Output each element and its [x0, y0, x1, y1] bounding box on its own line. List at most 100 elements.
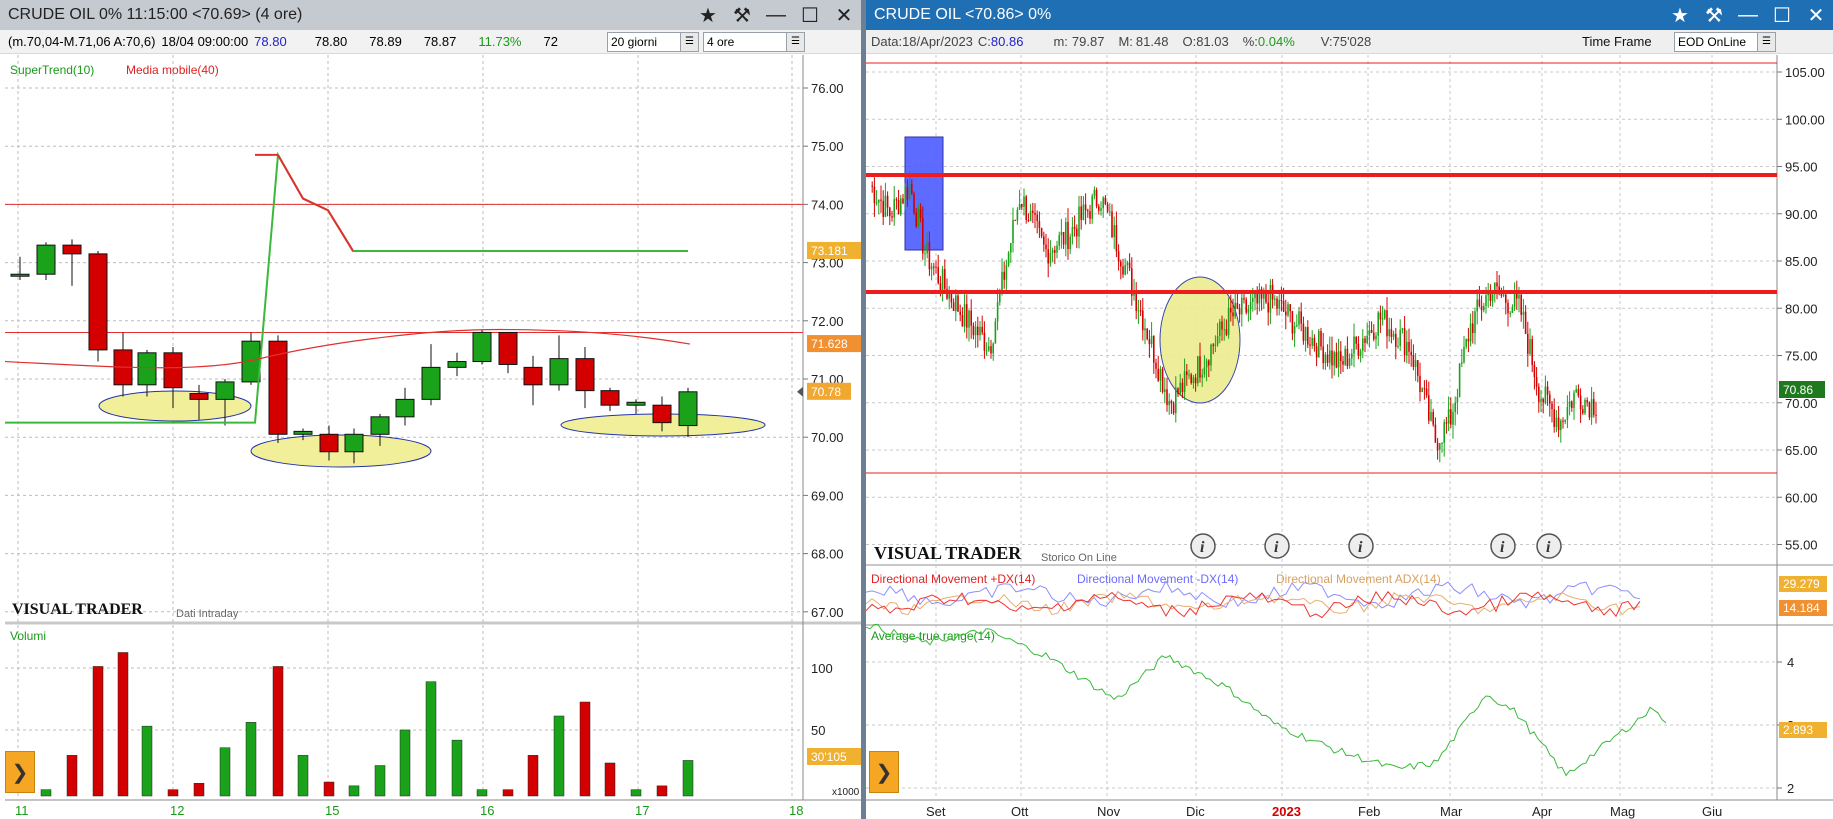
legend-minus-dx: Directional Movement -DX(14) [1077, 572, 1238, 586]
candle-body [880, 199, 882, 201]
candle-body [1188, 374, 1190, 376]
candle-body [1392, 333, 1395, 337]
candle-body [1333, 352, 1335, 366]
candle-body [1590, 399, 1593, 418]
volume-badge: 30'105 [811, 750, 847, 764]
candle-body [1465, 338, 1467, 347]
candle-body [1223, 329, 1225, 331]
candle-body [88, 253, 108, 351]
candle-body [137, 352, 157, 386]
candle-body [893, 199, 895, 218]
candle-body [1412, 355, 1415, 368]
candle-body [988, 346, 990, 351]
candle-body [1368, 329, 1371, 336]
candle-body [1500, 294, 1503, 296]
x-tick-label: Feb [1358, 804, 1380, 819]
candle-body [1192, 377, 1195, 384]
scroll-nav-button[interactable]: ❯ [5, 751, 35, 793]
volume-label: Volumi [10, 629, 46, 643]
candle-body [900, 198, 902, 215]
candle-body [1377, 312, 1379, 336]
candle-body [1135, 291, 1137, 312]
candle-body [1051, 250, 1054, 253]
candle-body [1366, 335, 1368, 343]
volume-bar [348, 785, 360, 797]
candle-body [1421, 388, 1423, 393]
candle-body [983, 332, 986, 351]
candle-body [1507, 302, 1509, 314]
candle-body [1175, 387, 1177, 414]
candle-body [1109, 211, 1111, 213]
candle-body [994, 321, 997, 344]
price-tick-label: 75.00 [811, 139, 844, 154]
eod-chart-canvas[interactable]: 105.00 100.00 95.00 90.00 85.00 80.00 75.00 70.… [866, 0, 1833, 819]
candle-body [1212, 344, 1214, 346]
candle-body [549, 358, 569, 386]
candle-body [1329, 350, 1331, 363]
candle-body [884, 195, 887, 217]
candle-body [1054, 250, 1056, 253]
candle-body [1150, 336, 1153, 345]
last-price-badge: 70.86 [1783, 383, 1813, 397]
candle-body [1430, 411, 1432, 421]
volume-bar [451, 739, 463, 797]
volume-multiplier: x1000 [832, 787, 860, 798]
candle-body [1586, 399, 1588, 403]
candle-body [1071, 227, 1074, 237]
candle-body [652, 404, 672, 424]
candle-body [1384, 310, 1386, 319]
candle-body [447, 361, 467, 368]
volume-bar [40, 789, 52, 797]
candle-body [1010, 243, 1012, 253]
candle-body [1588, 402, 1591, 418]
price-tick-label: 74.00 [811, 197, 844, 212]
volume-bar [630, 789, 642, 797]
candle-body [1485, 295, 1487, 307]
candle-body [1331, 350, 1333, 366]
candle-body [1461, 362, 1463, 364]
candle-body [1007, 252, 1010, 266]
candle-body [1274, 298, 1276, 300]
candle-body [1291, 311, 1294, 334]
candle-body [1089, 211, 1091, 219]
candle-body [1282, 301, 1285, 312]
volume-bar [656, 785, 668, 797]
candle-body [1243, 298, 1245, 300]
candle-body [889, 207, 891, 217]
candle-body [904, 187, 906, 204]
candle-body [575, 358, 595, 392]
volume-bar [272, 666, 284, 797]
candle-body [1073, 227, 1076, 229]
candle-body [1029, 210, 1032, 221]
candle-body [1467, 338, 1470, 342]
x-tick-label: 15 [325, 803, 339, 818]
price-tick-label: 75.00 [1785, 349, 1818, 364]
volume-bar [553, 715, 565, 797]
candle-body [908, 184, 911, 200]
candle-body [1005, 265, 1008, 280]
candle-body [1419, 375, 1421, 393]
candle-body [1573, 392, 1575, 408]
x-tick-label: Dic [1186, 804, 1205, 819]
candle-body [1520, 294, 1522, 315]
scroll-nav-button[interactable]: ❯ [869, 751, 899, 793]
candle-body [1309, 344, 1311, 346]
candle-body [1179, 382, 1181, 395]
candle-body [1388, 329, 1390, 337]
candle-body [871, 185, 873, 187]
x-tick-label: 16 [480, 803, 494, 818]
candle-body [1027, 220, 1030, 222]
highlight-rectangle [904, 136, 944, 251]
candle-body [1307, 327, 1309, 345]
candle-body [1115, 225, 1118, 252]
candle-body [935, 266, 937, 268]
candle-body [1463, 346, 1465, 363]
candle-body [1120, 261, 1122, 267]
candle-body [1137, 310, 1140, 312]
candle-body [1476, 299, 1478, 312]
volume-bar [682, 760, 694, 797]
candle-body [1544, 386, 1547, 403]
intraday-chart-canvas[interactable]: 76.0075.0074.0073.0072.0071.0070.0069.00… [0, 0, 861, 819]
candle-body [1144, 328, 1146, 331]
candle-body [1582, 409, 1584, 414]
